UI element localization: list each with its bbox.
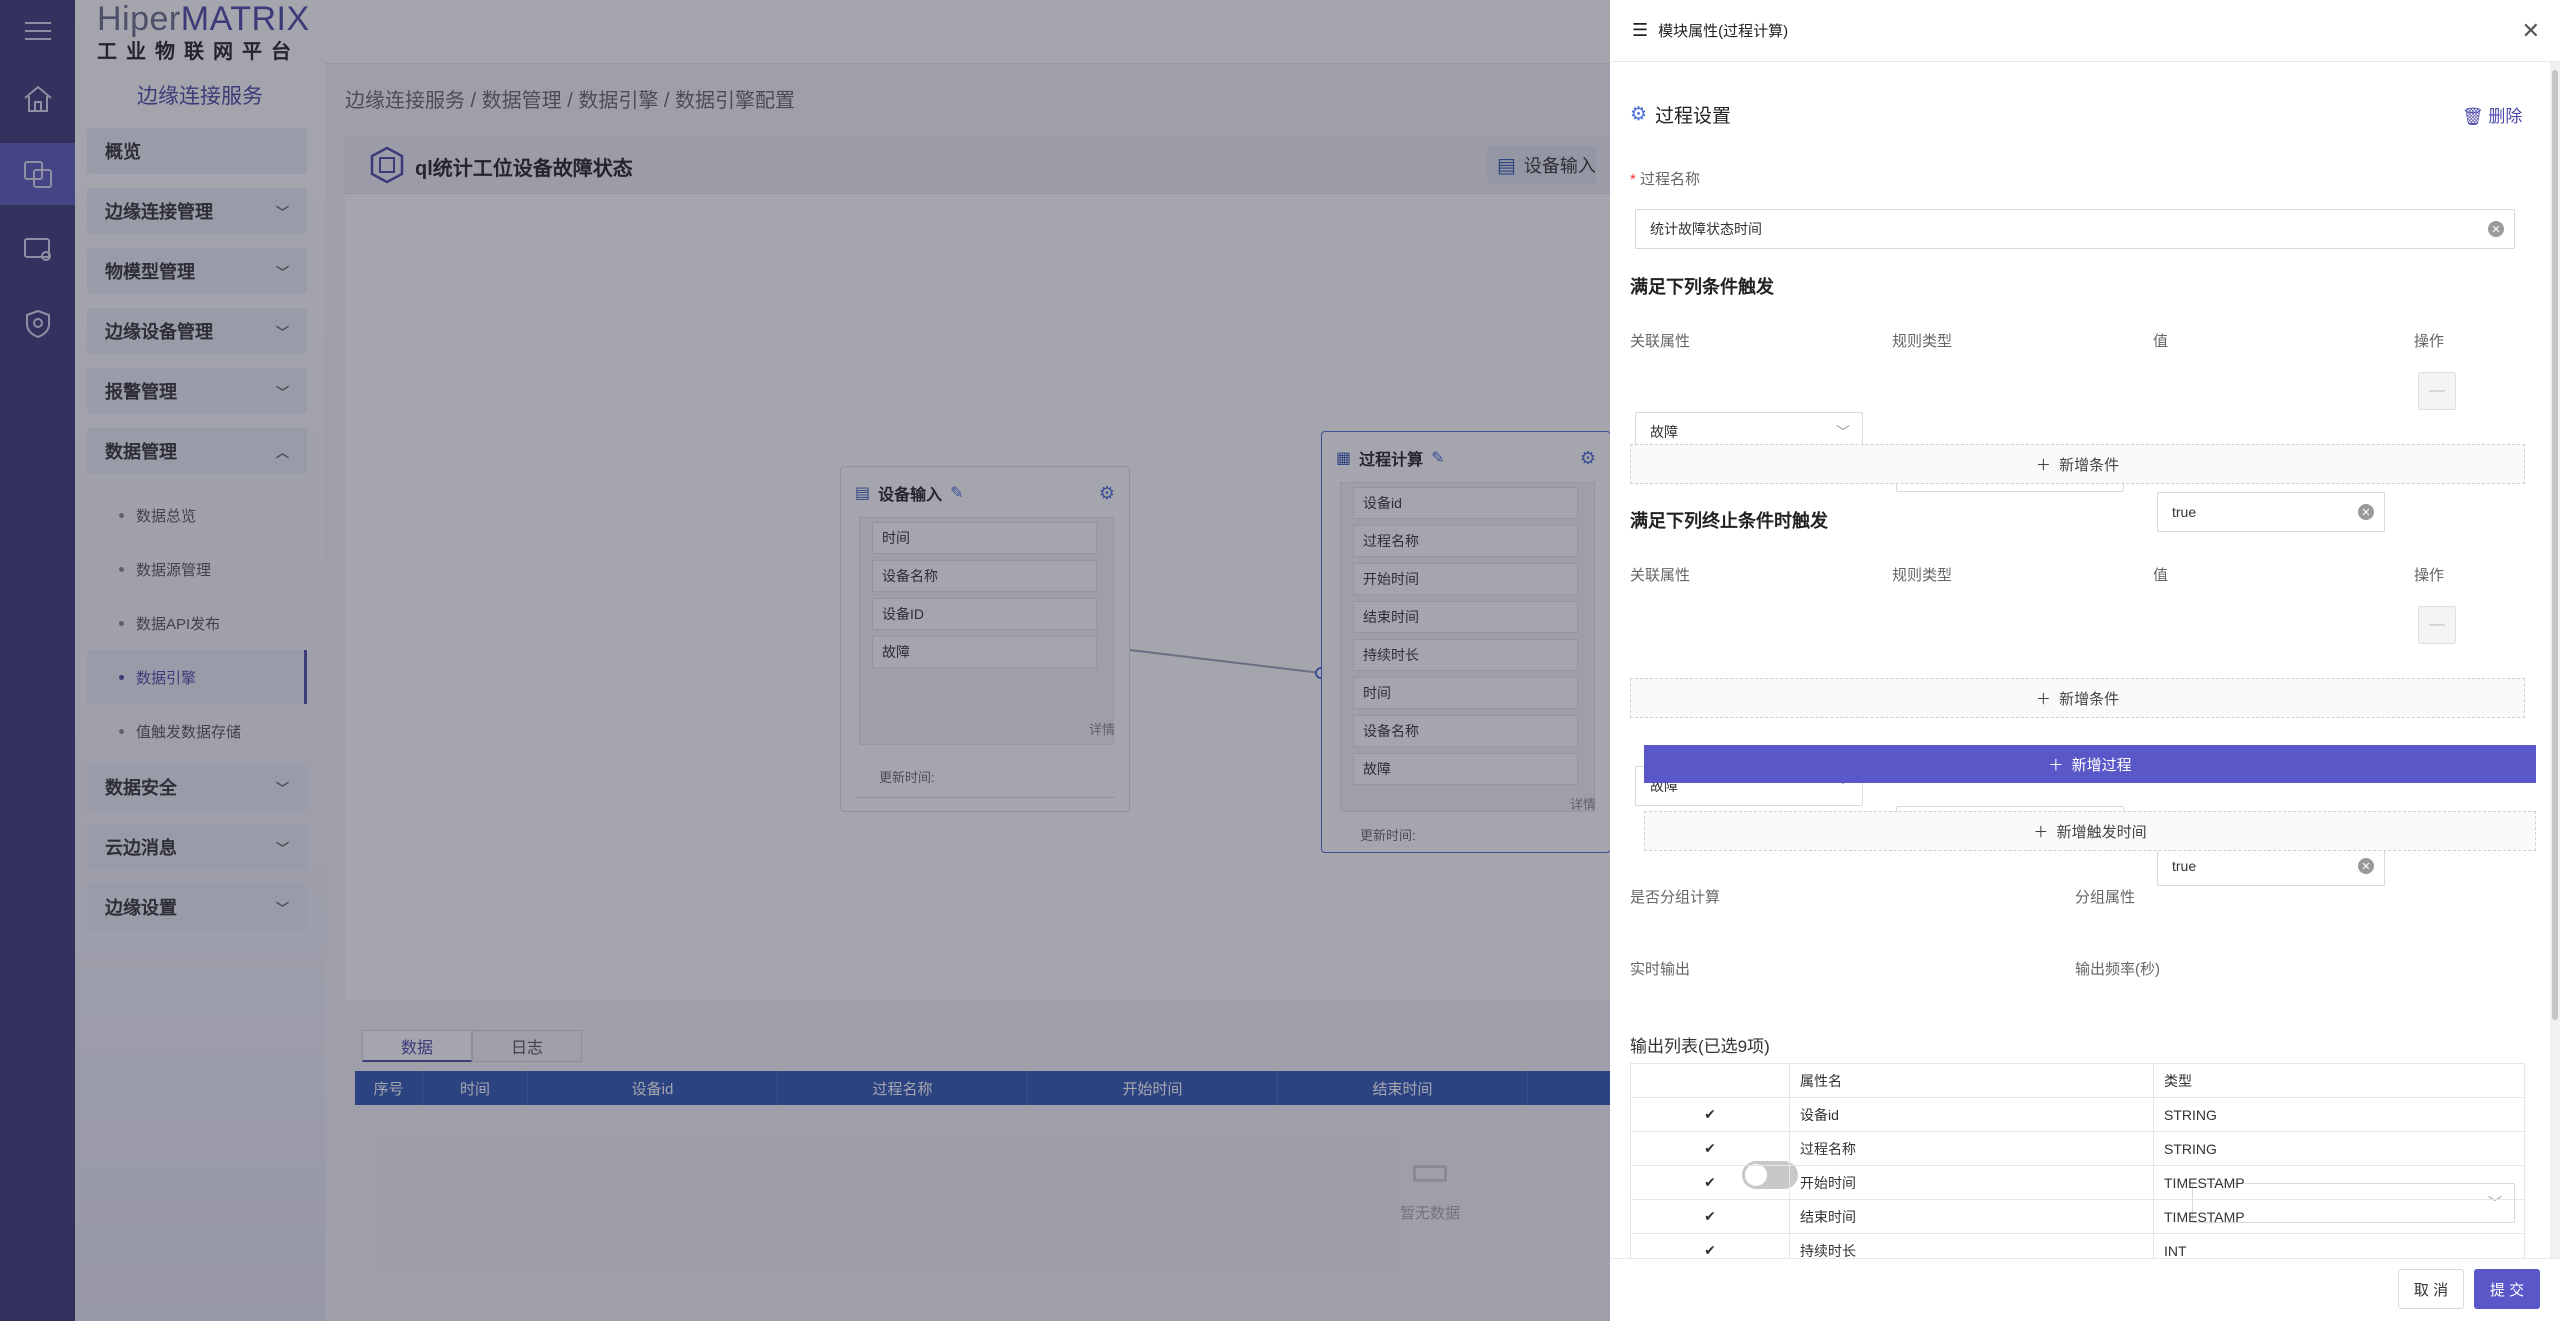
table-row[interactable]: ✔ 持续时长 INT <box>1631 1234 2524 1258</box>
table-row[interactable]: ✔ 过程名称 STRING <box>1631 1132 2524 1166</box>
add-trigger-time-button[interactable]: ＋ 新增触发时间 <box>1644 811 2536 851</box>
check-icon: ✔ <box>1704 1106 1716 1122</box>
col-rule: 规则类型 <box>1892 567 1953 584</box>
col-attr: 关联属性 <box>1630 567 1691 584</box>
table-header: 属性名 类型 <box>1631 1064 2524 1098</box>
realtime-label: 实时输出 <box>1630 961 1691 978</box>
process-name-input[interactable]: 统计故障状态时间 ✕ <box>1635 209 2515 249</box>
check-icon: ✔ <box>1704 1140 1716 1156</box>
scrollbar[interactable] <box>2550 62 2560 1258</box>
col-value: 值 <box>2153 567 2169 584</box>
freq-label: 输出频率(秒) <box>2075 961 2160 978</box>
trigger-title: 满足下列条件触发 <box>1630 277 1774 297</box>
trigger-value-input[interactable]: true ✕ <box>2157 492 2385 532</box>
remove-condition-button[interactable]: — <box>2418 606 2456 644</box>
list-icon: ☰ <box>1632 20 1649 40</box>
output-table: 属性名 类型 ✔ 设备id STRING ✔ 过程名称 STRING ✔ 开始时间 TIMES… <box>1630 1063 2525 1259</box>
delete-button[interactable]: 🗑 删除 <box>2462 102 2522 127</box>
check-icon: ✔ <box>1704 1208 1716 1224</box>
col-value: 值 <box>2153 333 2169 350</box>
gear-icon: ⚙ <box>1630 104 1648 125</box>
col-op: 操作 <box>2414 567 2445 584</box>
table-row[interactable]: ✔ 设备id STRING <box>1631 1098 2524 1132</box>
section-title: ⚙ 过程设置 <box>1630 104 1732 127</box>
submit-button[interactable]: 提 交 <box>2474 1269 2540 1309</box>
check-icon: ✔ <box>1704 1174 1716 1190</box>
name-label: * 过程名称 <box>1630 171 1701 188</box>
end-value-input[interactable]: true ✕ <box>2157 846 2385 886</box>
cancel-button[interactable]: 取 消 <box>2398 1269 2464 1309</box>
table-row[interactable]: ✔ 开始时间 TIMESTAMP <box>1631 1166 2524 1200</box>
drawer-title: 模块属性(过程计算) <box>1658 23 1789 40</box>
add-process-button[interactable]: ＋ 新增过程 <box>1644 745 2536 783</box>
drawer-footer: 取 消 提 交 <box>1610 1258 2560 1321</box>
close-icon[interactable]: ✕ <box>2522 18 2540 44</box>
add-condition-button[interactable]: ＋ 新增条件 <box>1630 444 2525 484</box>
clear-icon: ✕ <box>2358 858 2374 874</box>
table-row[interactable]: ✔ 结束时间 TIMESTAMP <box>1631 1200 2524 1234</box>
check-icon: ✔ <box>1704 1242 1716 1258</box>
remove-condition-button[interactable]: — <box>2418 372 2456 410</box>
group-attr-label: 分组属性 <box>2075 889 2136 906</box>
col-attr: 关联属性 <box>1630 333 1691 350</box>
end-title: 满足下列终止条件时触发 <box>1630 511 1828 531</box>
col-rule: 规则类型 <box>1892 333 1953 350</box>
chevron-down-icon: ﹀ <box>1836 424 1850 440</box>
add-condition-button[interactable]: ＋ 新增条件 <box>1630 678 2525 718</box>
group-calc-label: 是否分组计算 <box>1630 889 1721 906</box>
clear-icon: ✕ <box>2358 504 2374 520</box>
modal-mask[interactable] <box>0 0 1610 1321</box>
clear-icon: ✕ <box>2488 221 2504 237</box>
trash-icon: 🗑 <box>2462 107 2484 126</box>
output-list-title: 输出列表(已选9项) <box>1630 1037 1770 1056</box>
col-op: 操作 <box>2414 333 2445 350</box>
drawer-header: ☰ 模块属性(过程计算) ✕ <box>1610 0 2560 62</box>
